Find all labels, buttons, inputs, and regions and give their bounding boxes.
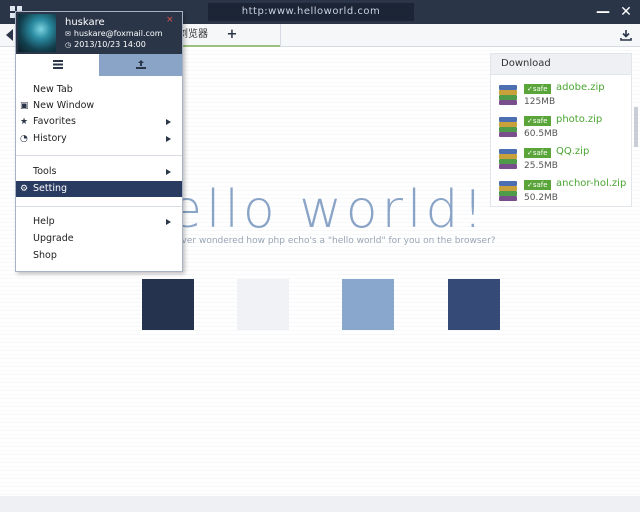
mouse-cursor-icon — [79, 196, 89, 206]
hello-world-headline: ello world! — [170, 180, 500, 240]
safe-badge: ✓safe — [524, 180, 551, 190]
add-tab-button[interactable]: + — [225, 24, 239, 46]
list-icon — [52, 60, 63, 69]
zip-file-icon — [499, 149, 517, 169]
headline-bang: ! — [462, 180, 488, 240]
zip-file-icon — [499, 85, 517, 105]
scrollbar[interactable] — [634, 107, 638, 147]
safe-badge: ✓safe — [524, 84, 551, 94]
menu-item-upgrade[interactable]: Upgrade — [16, 231, 182, 247]
close-icon[interactable]: ✕ — [617, 3, 635, 21]
menu-divider — [16, 155, 182, 156]
color-swatch[interactable] — [142, 279, 194, 330]
headline-subtitle: ever wondered how php echo's a "hello wo… — [176, 236, 496, 246]
menu-item-history[interactable]: ◔ History — [16, 131, 182, 147]
safe-badge: ✓safe — [524, 148, 551, 158]
download-item[interactable]: ✓safe QQ.zip 25.5MB — [491, 144, 631, 176]
main-menu: huskare ✉ huskare@foxmail.com ◷ 2013/10/23… — [15, 11, 183, 272]
footer-band — [0, 496, 640, 512]
file-size: 125MB — [524, 97, 556, 107]
menu-divider — [16, 206, 182, 207]
download-panel-title: Download — [491, 54, 631, 75]
safe-badge: ✓safe — [524, 116, 551, 126]
file-name[interactable]: anchor-hol.zip — [556, 178, 626, 189]
window-icon: ▣ — [20, 101, 29, 111]
menu-item-favorites[interactable]: ★ Favorites — [16, 114, 182, 130]
mail-icon: ✉ — [65, 30, 71, 38]
back-arrow-icon[interactable] — [6, 29, 13, 41]
close-menu-icon[interactable]: × — [166, 15, 174, 25]
submenu-arrow-icon — [166, 136, 171, 142]
avatar[interactable] — [18, 14, 56, 52]
download-panel: Download ✓safe adobe.zip 125MB ✓safe pho… — [490, 53, 632, 207]
clock-icon: ◷ — [65, 41, 72, 49]
file-name[interactable]: photo.zip — [556, 114, 602, 125]
star-icon: ★ — [20, 117, 29, 127]
menu-item-new-window[interactable]: ▣ New Window — [16, 98, 182, 114]
color-swatch[interactable] — [237, 279, 289, 330]
file-size: 60.5MB — [524, 129, 558, 139]
color-swatch[interactable] — [448, 279, 500, 330]
download-item[interactable]: ✓safe photo.zip 60.5MB — [491, 112, 631, 144]
zip-file-icon — [499, 117, 517, 137]
user-card: huskare ✉ huskare@foxmail.com ◷ 2013/10/23… — [16, 12, 182, 54]
file-size: 50.2MB — [524, 193, 558, 203]
menu-item-new-tab[interactable]: New Tab — [16, 82, 182, 98]
user-name: huskare — [65, 17, 105, 28]
user-datetime: ◷ 2013/10/23 14:00 — [65, 40, 146, 49]
color-swatch[interactable] — [342, 279, 394, 330]
user-email: ✉ huskare@foxmail.com — [65, 29, 163, 38]
file-size: 25.5MB — [524, 161, 558, 171]
download-item[interactable]: ✓safe anchor-hol.zip 50.2MB — [491, 176, 631, 208]
menu-upload-tab[interactable] — [99, 54, 182, 76]
address-bar[interactable]: http:www.helloworld.com — [208, 3, 414, 21]
submenu-arrow-icon — [166, 169, 171, 175]
history-icon: ◔ — [20, 134, 28, 144]
submenu-arrow-icon — [166, 219, 171, 225]
file-name[interactable]: QQ.zip — [556, 146, 589, 157]
file-name[interactable]: adobe.zip — [556, 82, 605, 93]
upload-icon — [135, 60, 146, 69]
download-icon[interactable] — [620, 29, 632, 41]
download-item[interactable]: ✓safe adobe.zip 125MB — [491, 80, 631, 112]
submenu-arrow-icon — [166, 119, 171, 125]
menu-list-tab[interactable] — [16, 54, 99, 76]
menu-item-shop[interactable]: Shop — [16, 248, 182, 264]
zip-file-icon — [499, 181, 517, 201]
headline-text: ello world — [170, 180, 463, 240]
menu-item-setting[interactable]: ⚙ Setting — [16, 181, 182, 197]
minimize-icon[interactable]: — — [594, 3, 612, 21]
menu-item-tools[interactable]: Tools — [16, 164, 182, 180]
menu-tabs — [16, 54, 182, 76]
gear-icon: ⚙ — [20, 184, 29, 194]
menu-item-help[interactable]: Help — [16, 214, 182, 230]
